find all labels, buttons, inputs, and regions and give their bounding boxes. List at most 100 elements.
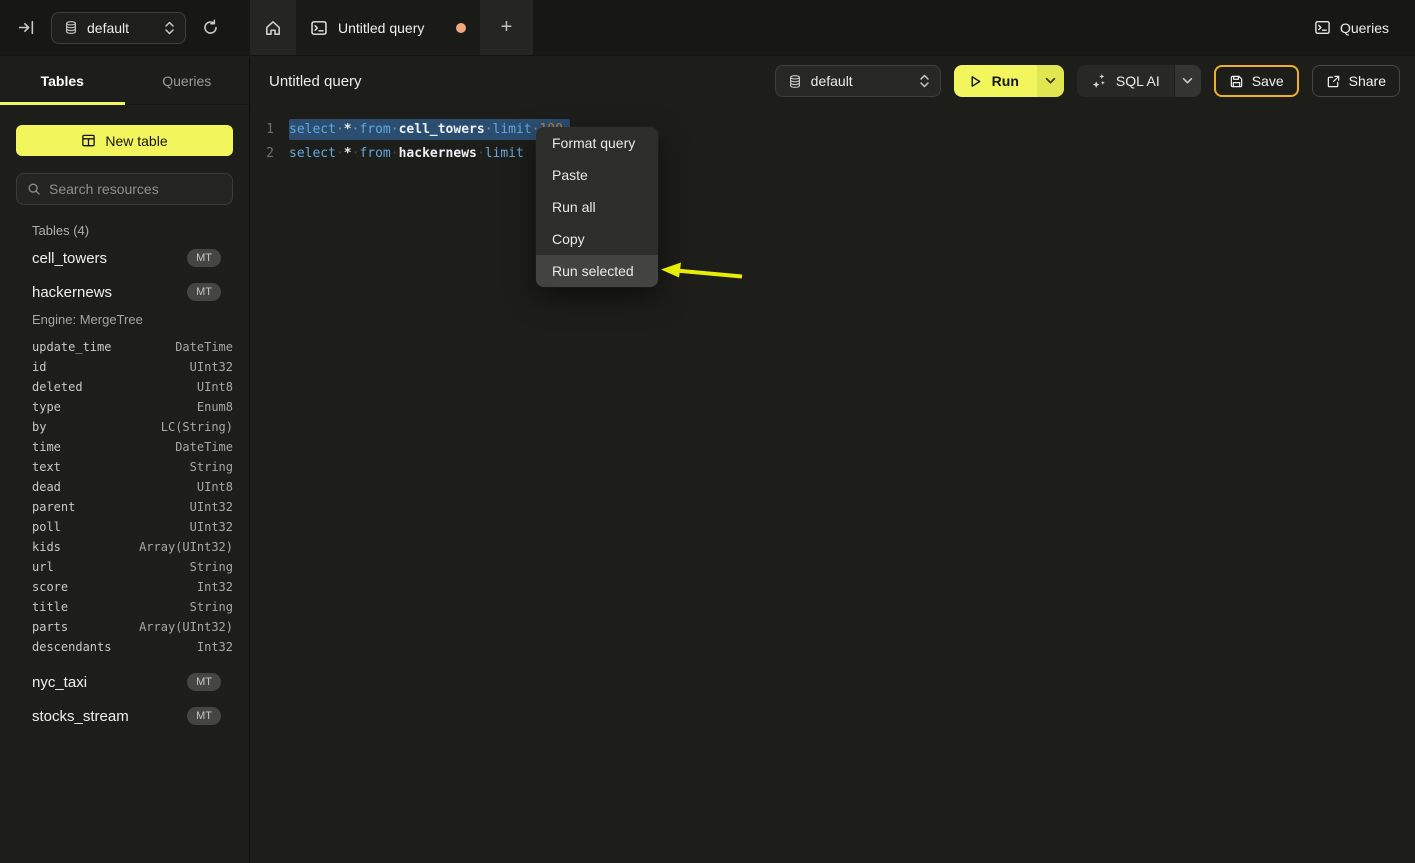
table-column-row: textString	[16, 457, 233, 477]
column-name: type	[32, 400, 197, 414]
whitespace-dot: ·	[336, 146, 344, 161]
column-name: by	[32, 420, 161, 434]
column-type: DateTime	[175, 340, 233, 354]
chevron-updown-icon	[919, 74, 930, 88]
column-type: Enum8	[197, 400, 233, 414]
queries-button[interactable]: Queries	[1314, 0, 1389, 55]
column-type: LC(String)	[161, 420, 233, 434]
editor-lines: 1 select·*·from·cell_towers·limit·100 2 sel…	[251, 117, 1415, 165]
code-token: *	[344, 122, 352, 137]
whitespace-dot: ·	[391, 146, 399, 161]
chevron-down-icon	[1045, 77, 1056, 85]
code-token: from	[359, 146, 390, 161]
whitespace-dot: ·	[352, 146, 360, 161]
table-row[interactable]: cell_towersMT	[16, 241, 233, 275]
share-button[interactable]: Share	[1312, 65, 1400, 97]
table-column-row: urlString	[16, 557, 233, 577]
column-type: UInt32	[190, 520, 233, 534]
table-column-row: titleString	[16, 597, 233, 617]
column-name: kids	[32, 540, 139, 554]
sql-ai-caret[interactable]	[1175, 65, 1201, 97]
topbar-left: default	[0, 0, 250, 55]
run-button[interactable]: Run	[954, 65, 1037, 97]
search-icon	[27, 182, 41, 196]
column-type: Array(UInt32)	[139, 620, 233, 634]
queries-button-label: Queries	[1340, 20, 1389, 36]
column-type: UInt8	[197, 480, 233, 494]
table-column-row: partsArray(UInt32)	[16, 617, 233, 637]
engine-badge: MT	[187, 249, 221, 267]
search-input[interactable]	[49, 181, 230, 197]
new-tab-button[interactable]: +	[480, 0, 533, 55]
code-token: *	[344, 146, 352, 161]
column-type: String	[190, 560, 233, 574]
line-number: 2	[251, 146, 274, 161]
table-name: hackernews	[32, 284, 187, 301]
table-row[interactable]: nyc_taxiMT	[16, 665, 233, 699]
table-row[interactable]: hackernewsMT	[16, 275, 233, 309]
search-box[interactable]	[16, 173, 233, 205]
column-type: UInt8	[197, 380, 233, 394]
column-name: descendants	[32, 640, 197, 654]
table-column-row: timeDateTime	[16, 437, 233, 457]
home-tab[interactable]	[250, 0, 296, 55]
chevron-down-icon	[1182, 77, 1193, 85]
main-panel: Untitled query default	[251, 57, 1415, 863]
code-text: select·*·from·hackernews·limit	[289, 146, 524, 161]
line-number: 1	[251, 122, 274, 137]
whitespace-dot: ·	[336, 122, 344, 137]
menu-item-run-all[interactable]: Run all	[536, 191, 658, 223]
editor-line[interactable]: 1 select·*·from·cell_towers·limit·100	[251, 117, 1415, 141]
sidebar-tab-queries[interactable]: Queries	[125, 57, 250, 104]
menu-item-run-selected[interactable]: Run selected	[536, 255, 658, 287]
engine-badge: MT	[187, 283, 221, 301]
table-column-row: deletedUInt8	[16, 377, 233, 397]
collapse-sidebar-icon[interactable]	[18, 19, 35, 36]
save-button-label: Save	[1252, 73, 1284, 89]
column-type: UInt32	[190, 360, 233, 374]
table-name: nyc_taxi	[32, 674, 187, 691]
whitespace-dot: ·	[391, 122, 399, 137]
save-button[interactable]: Save	[1214, 65, 1299, 97]
editor-line[interactable]: 2 select·*·from·hackernews·limit	[251, 141, 1415, 165]
code-text: select·*·from·cell_towers·limit·100	[289, 122, 570, 137]
table-column-row: scoreInt32	[16, 577, 233, 597]
code-token: limit	[493, 122, 532, 137]
table-name: stocks_stream	[32, 708, 187, 725]
new-table-button[interactable]: New table	[16, 125, 233, 156]
whitespace-dot: ·	[485, 122, 493, 137]
tab-untitled-query[interactable]: Untitled query	[296, 0, 480, 55]
column-name: parent	[32, 500, 190, 514]
tables-list: cell_towersMThackernewsMTEngine: MergeTr…	[16, 241, 233, 733]
new-table-label: New table	[105, 133, 167, 149]
table-engine-label: Engine: MergeTree	[16, 309, 233, 331]
unsaved-changes-dot	[456, 23, 466, 33]
table-column-row: pollUInt32	[16, 517, 233, 537]
sparkles-icon	[1091, 73, 1107, 89]
refresh-icon[interactable]	[202, 19, 219, 36]
database-selector-value: default	[811, 73, 853, 89]
column-type: Int32	[197, 640, 233, 654]
column-name: time	[32, 440, 175, 454]
sql-ai-button[interactable]: SQL AI	[1077, 65, 1174, 97]
menu-item-copy[interactable]: Copy	[536, 223, 658, 255]
database-selector[interactable]: default	[51, 12, 186, 44]
tab-strip: Untitled query +	[250, 0, 533, 55]
sidebar-tab-tables[interactable]: Tables	[0, 57, 125, 104]
table-row[interactable]: stocks_streamMT	[16, 699, 233, 733]
sql-editor[interactable]: 1 select·*·from·cell_towers·limit·100 2 sel…	[251, 105, 1415, 165]
terminal-icon	[310, 19, 328, 37]
column-name: score	[32, 580, 197, 594]
menu-item-format-query[interactable]: Format query	[536, 127, 658, 159]
column-type: Int32	[197, 580, 233, 594]
code-token: select	[289, 146, 336, 161]
column-name: deleted	[32, 380, 197, 394]
save-icon	[1229, 74, 1244, 89]
column-type: Array(UInt32)	[139, 540, 233, 554]
engine-badge: MT	[187, 707, 221, 725]
table-column-row: byLC(String)	[16, 417, 233, 437]
run-options-caret[interactable]	[1037, 65, 1064, 97]
menu-item-paste[interactable]: Paste	[536, 159, 658, 191]
sql-ai-label: SQL AI	[1116, 73, 1160, 89]
database-selector[interactable]: default	[775, 65, 941, 97]
